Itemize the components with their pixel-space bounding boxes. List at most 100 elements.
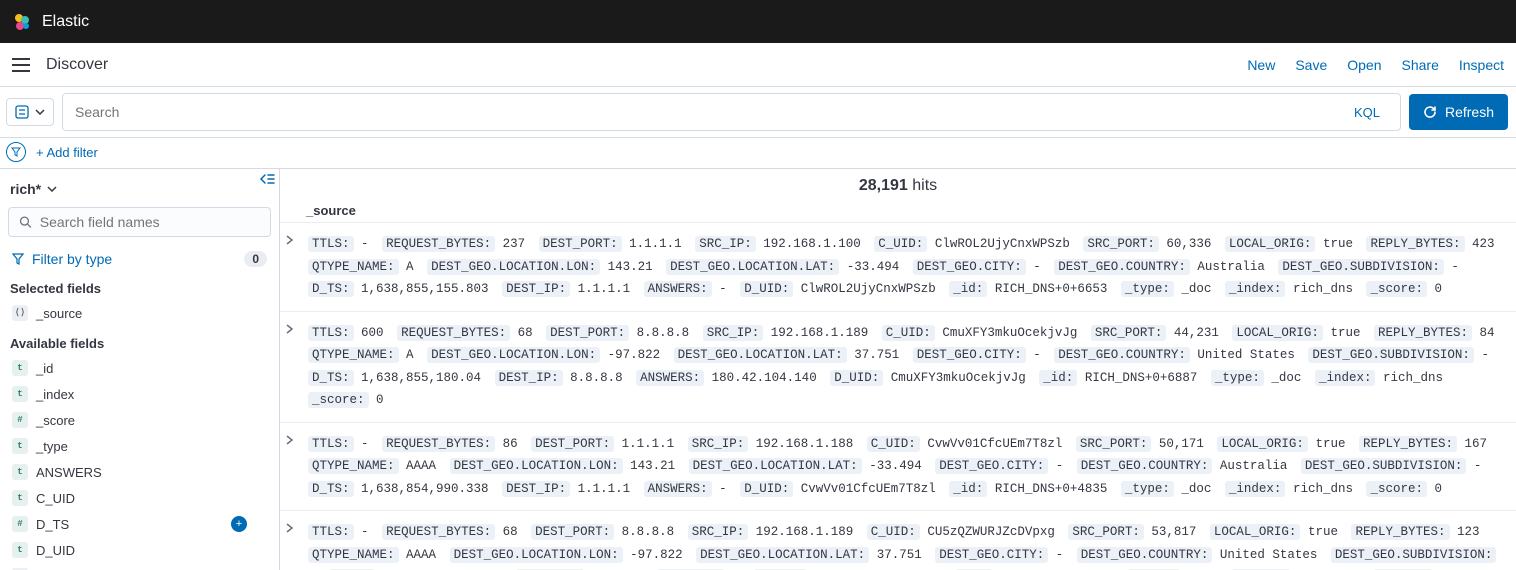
collapse-icon [259,173,275,185]
filter-by-type[interactable]: Filter by type 0 [8,245,271,277]
doc-key: ANSWERS: [644,481,712,497]
action-open[interactable]: Open [1347,57,1381,73]
doc-key: DEST_GEO.LOCATION.LAT: [696,547,869,563]
available-field-item[interactable]: 🌐DEST_GEO.CITY [8,563,271,570]
options-icon [15,105,29,119]
doc-key: DEST_PORT: [531,524,614,540]
page-title: Discover [46,56,108,74]
expand-doc-button[interactable] [286,433,300,501]
doc-key: DEST_GEO.LOCATION.LAT: [674,347,847,363]
field-type-icon: # [12,412,28,428]
doc-key: QTYPE_NAME: [308,458,399,474]
document-row: TTLS: - REQUEST_BYTES: 86 DEST_PORT: 1.1… [280,423,1516,512]
available-field-item[interactable]: t_type [8,433,271,459]
available-field-item[interactable]: # D_TS + [8,511,271,537]
available-field-item[interactable]: tD_UID [8,537,271,563]
collapse-sidebar-button[interactable] [259,173,275,185]
field-name: _score [36,413,75,428]
doc-value: - [1474,459,1488,473]
doc-key: TTLS: [308,524,354,540]
doc-value: 123 [1457,525,1486,539]
available-field-item[interactable]: t_id [8,355,271,381]
doc-key: DEST_GEO.LOCATION.LAT: [666,259,839,275]
doc-key: DEST_GEO.LOCATION.LON: [450,458,623,474]
add-filter-button[interactable]: + Add filter [36,145,98,160]
doc-value: 53,817 [1151,525,1202,539]
doc-key: DEST_GEO.COUNTRY: [1077,547,1213,563]
field-type-icon: # [12,516,28,532]
selected-field-item[interactable]: ⟨⟩_source [8,300,271,326]
refresh-button[interactable]: Refresh [1409,94,1508,130]
expand-doc-button[interactable] [286,233,300,301]
expand-doc-button[interactable] [286,322,300,412]
doc-key: LOCAL_ORIG: [1225,236,1316,252]
doc-value: - [361,525,375,539]
doc-value: 8.8.8.8 [622,525,681,539]
field-search-input[interactable] [40,214,260,230]
doc-value: 68 [518,326,539,340]
action-inspect[interactable]: Inspect [1459,57,1504,73]
search-bar-row: KQL Refresh [0,87,1516,138]
available-field-item[interactable]: t_index [8,381,271,407]
doc-key: _score: [308,392,369,408]
action-save[interactable]: Save [1295,57,1327,73]
doc-key: QTYPE_NAME: [308,547,399,563]
query-input[interactable] [75,104,1346,120]
doc-value: 0 [1435,482,1449,496]
doc-value: - [1056,548,1070,562]
field-type-icon: ⟨⟩ [12,305,28,321]
doc-key: DEST_GEO.CITY: [913,347,1026,363]
expand-doc-button[interactable] [286,521,300,570]
search-input-wrapper[interactable]: KQL [62,93,1401,131]
doc-value: rich_dns [1293,282,1359,296]
doc-value: A [406,348,420,362]
filter-icon [12,253,24,265]
doc-key: DEST_GEO.SUBDIVISION: [1301,458,1467,474]
doc-value: 143.21 [630,459,681,473]
doc-value: - [361,237,375,251]
options-button[interactable] [6,98,54,126]
doc-key: DEST_PORT: [546,325,629,341]
available-field-item[interactable]: t C_UID [8,485,271,511]
doc-key: TTLS: [308,236,354,252]
doc-value: 37.751 [854,348,905,362]
doc-key: TTLS: [308,325,354,341]
doc-key: SRC_PORT: [1091,325,1167,341]
doc-value: true [1330,326,1366,340]
index-pattern-selector[interactable]: rich* [8,177,271,207]
top-bar: Elastic [0,0,1516,43]
field-name: _type [36,439,68,454]
doc-key: _score: [1366,481,1427,497]
field-name: C_UID [36,491,75,506]
add-field-button[interactable]: + [231,516,247,532]
filter-settings-button[interactable] [6,142,26,162]
doc-key: LOCAL_ORIG: [1217,436,1308,452]
field-type-icon: t [12,464,28,480]
doc-value: AAAA [406,459,442,473]
doc-key: DEST_GEO.COUNTRY: [1077,458,1213,474]
doc-key: _id: [949,481,987,497]
doc-key: ANSWERS: [636,370,704,386]
doc-key: REPLY_BYTES: [1359,436,1457,452]
query-language-toggle[interactable]: KQL [1346,105,1388,120]
doc-key: LOCAL_ORIG: [1210,524,1301,540]
action-new[interactable]: New [1247,57,1275,73]
doc-value: true [1308,525,1344,539]
doc-key: D_UID: [830,370,883,386]
action-share[interactable]: Share [1402,57,1439,73]
hits-count: 28,191 hits [280,169,1516,199]
doc-value: CvwVv01CfcUEm7T8zl [801,482,942,496]
field-name: D_TS [36,517,69,532]
filter-icon [11,147,21,157]
available-field-item[interactable]: tANSWERS [8,459,271,485]
field-type-icon: t [12,490,28,506]
filter-by-type-label: Filter by type [32,251,112,267]
doc-key: TTLS: [308,436,354,452]
document-row: TTLS: - REQUEST_BYTES: 237 DEST_PORT: 1.… [280,223,1516,312]
doc-value: 192.168.1.189 [756,525,860,539]
nav-menu-button[interactable] [4,48,38,82]
brand-logo[interactable]: Elastic [12,12,89,32]
available-field-item[interactable]: # _score [8,407,271,433]
field-search[interactable] [8,207,271,237]
doc-key: DEST_GEO.CITY: [913,259,1026,275]
